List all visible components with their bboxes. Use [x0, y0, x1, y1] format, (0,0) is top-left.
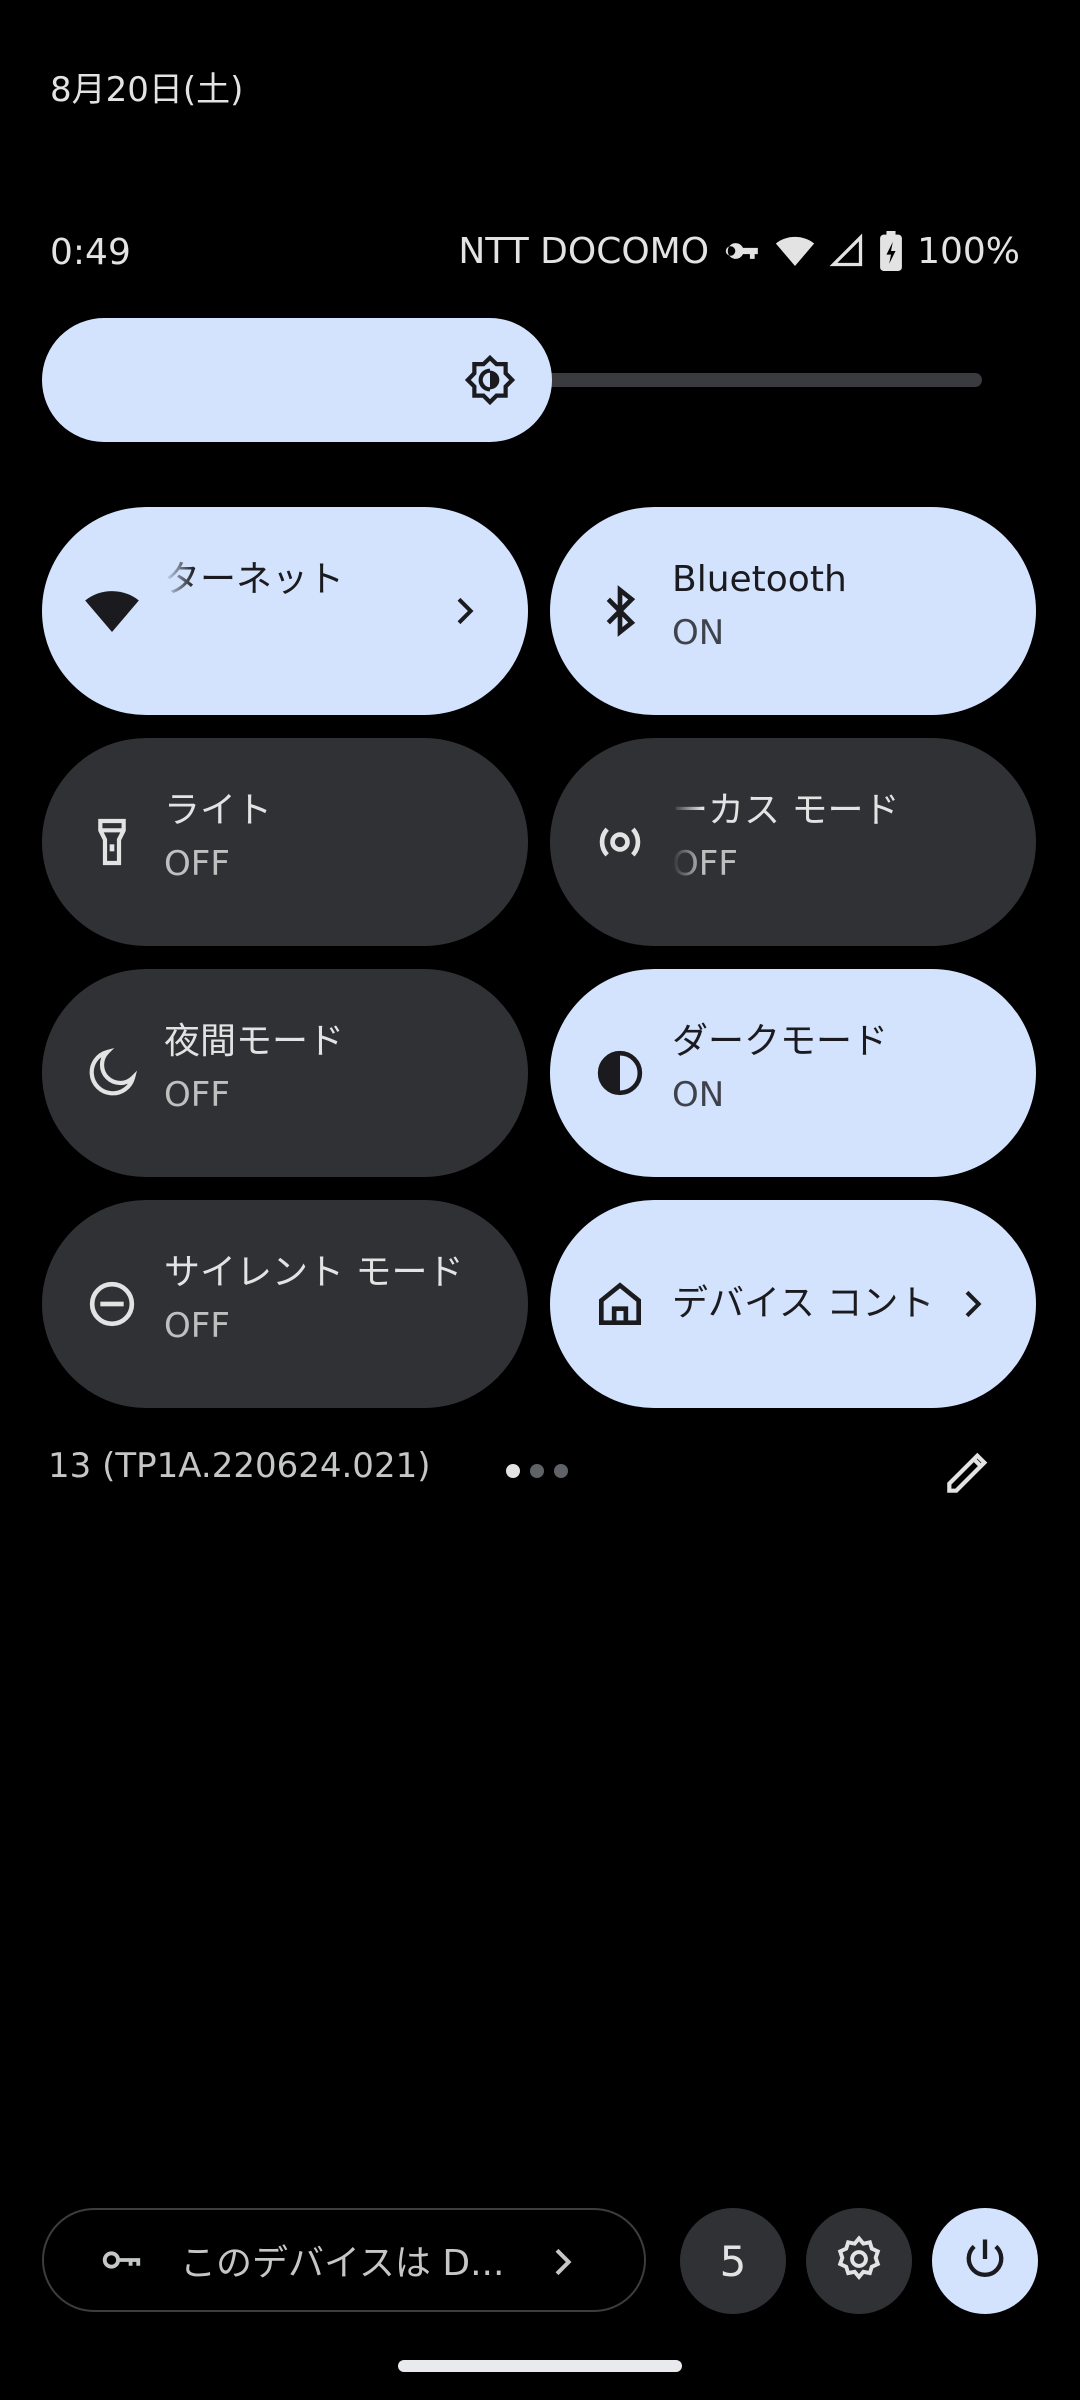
battery-percent: 100%	[917, 230, 1020, 272]
page-indicator	[506, 1464, 568, 1478]
do-not-disturb-icon	[84, 1276, 140, 1332]
tile-do-not-disturb[interactable]: サイレント モード OFF	[42, 1200, 528, 1408]
battery-charging-icon	[879, 231, 903, 271]
tile-state: OFF	[672, 844, 738, 884]
vpn-key-icon	[723, 232, 761, 270]
navigation-handle[interactable]	[398, 2360, 682, 2372]
flashlight-icon	[84, 814, 140, 870]
signal-icon	[829, 233, 865, 269]
power-icon	[959, 2233, 1011, 2289]
status-bar-right: NTT DOCOMO 100%	[458, 228, 1020, 274]
moon-icon	[84, 1045, 140, 1101]
brightness-slider[interactable]	[42, 318, 982, 442]
tile-label: ターネット	[164, 559, 345, 600]
vpn-key-icon	[98, 2237, 144, 2283]
chevron-right-icon	[952, 1284, 992, 1324]
brightness-icon	[462, 352, 518, 408]
page-dot	[530, 1464, 544, 1478]
tile-device-controls[interactable]: デバイス コント	[550, 1200, 1036, 1408]
power-button[interactable]	[932, 2208, 1038, 2314]
tile-bluetooth[interactable]: Bluetooth ON	[550, 507, 1036, 715]
tile-focus-mode[interactable]: ーカス モード OFF	[550, 738, 1036, 946]
brightness-track	[522, 373, 982, 387]
clock: 0:49	[50, 232, 131, 273]
build-number[interactable]: 13 (TP1A.220624.021)	[48, 1446, 430, 1486]
vpn-security-button[interactable]: このデバイスは D...	[42, 2208, 646, 2312]
focus-mode-icon	[592, 814, 648, 870]
tile-flashlight[interactable]: ライト OFF	[42, 738, 528, 946]
tile-dark-mode[interactable]: ダークモード ON	[550, 969, 1036, 1177]
tile-night-mode[interactable]: 夜間モード OFF	[42, 969, 528, 1177]
tile-label: サイレント モード	[164, 1252, 464, 1293]
tile-label: 夜間モード	[164, 1021, 345, 1062]
tile-state: OFF	[164, 1075, 230, 1115]
wifi-icon	[84, 583, 140, 639]
page-dot	[554, 1464, 568, 1478]
edit-icon[interactable]	[940, 1444, 996, 1500]
tile-state: OFF	[164, 1306, 230, 1346]
notification-count-button[interactable]: 5	[680, 2208, 786, 2314]
carrier-name: NTT DOCOMO	[458, 230, 710, 272]
gear-icon	[833, 2233, 885, 2289]
chevron-right-icon	[444, 591, 484, 631]
home-icon	[592, 1276, 648, 1332]
brightness-fill[interactable]	[42, 318, 552, 442]
tile-label: ダークモード	[672, 1021, 889, 1062]
tile-state: ON	[672, 1075, 725, 1115]
tile-label: Bluetooth	[672, 559, 847, 600]
bluetooth-icon	[592, 583, 648, 639]
tile-label: ーカス モード	[672, 790, 900, 831]
page-dot	[506, 1464, 520, 1478]
vpn-status-text: このデバイスは D...	[180, 2243, 505, 2284]
tile-label: デバイス コント	[672, 1283, 935, 1324]
date-label: 8月20日(土)	[50, 70, 244, 110]
settings-button[interactable]	[806, 2208, 912, 2314]
tile-label: ライト	[164, 790, 273, 831]
dark-mode-icon	[592, 1045, 648, 1101]
chevron-right-icon	[542, 2242, 582, 2282]
wifi-icon	[775, 231, 815, 271]
tile-state: OFF	[164, 844, 230, 884]
tile-state: ON	[672, 613, 725, 653]
tile-internet[interactable]: ターネット	[42, 507, 528, 715]
